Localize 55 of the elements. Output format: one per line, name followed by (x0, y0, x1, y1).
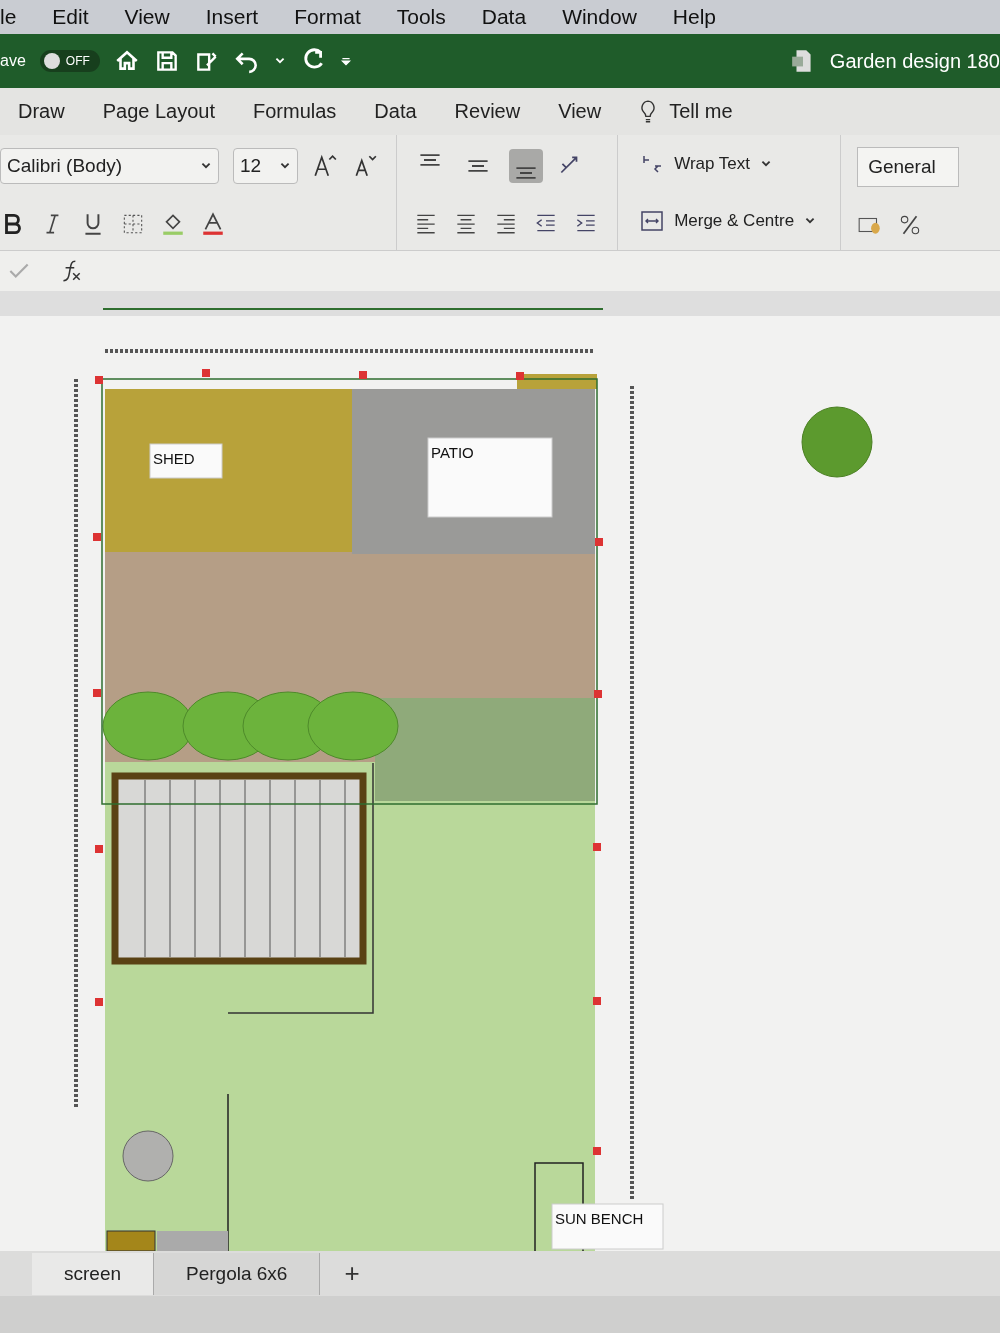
ribbon-tab[interactable]: Page Layout (102, 100, 215, 123)
window-title: Garden design 180 (829, 49, 1000, 73)
number-format-dropdown[interactable]: General (857, 147, 960, 188)
text-label: SUN BENCH (551, 1203, 664, 1250)
ribbon-tab[interactable]: Draw (18, 100, 65, 123)
resize-handle[interactable] (95, 845, 103, 853)
autosave-label: ave (0, 52, 26, 70)
resize-handle[interactable] (93, 533, 101, 541)
resize-handle[interactable] (202, 369, 210, 377)
align-icon (515, 166, 538, 179)
font-size-dropdown[interactable]: 12 (233, 148, 299, 185)
selection-border[interactable] (101, 378, 598, 805)
menu-item[interactable]: View (124, 5, 170, 29)
align-icon (419, 153, 442, 166)
wrap-text-button[interactable]: Wrap Text (634, 150, 779, 177)
menu-item[interactable]: Window (562, 5, 637, 29)
resize-handle[interactable] (95, 998, 103, 1006)
resize-handle[interactable] (95, 376, 103, 384)
menu-item[interactable]: Data (481, 5, 527, 29)
autosave-toggle[interactable]: OFF (39, 50, 100, 72)
menu-item[interactable]: Help (672, 5, 717, 29)
sheet-tab[interactable]: Pergola 6x6 (154, 1252, 321, 1295)
ribbon-tab[interactable]: View (558, 100, 602, 123)
resize-handle[interactable] (593, 997, 601, 1005)
text-label: PATIO (427, 437, 553, 518)
vertical-align-button[interactable] (509, 148, 544, 183)
round-feature (122, 1130, 174, 1182)
ribbon-tab[interactable]: Review (454, 100, 521, 123)
resize-handle[interactable] (516, 372, 524, 380)
shrub (801, 406, 873, 478)
add-sheet-button[interactable]: + (320, 1258, 384, 1289)
merge-centre-button[interactable]: Merge & Centre (634, 208, 823, 235)
resize-handle[interactable] (594, 690, 602, 698)
paving-slab (157, 1231, 228, 1251)
menu-item[interactable]: Format (294, 5, 361, 29)
ribbon-tab[interactable]: Data (374, 100, 417, 123)
lightbulb-icon (639, 98, 658, 125)
menu-item[interactable]: le (0, 5, 17, 29)
text-label: SHED (149, 443, 223, 479)
menu-item[interactable]: Insert (205, 5, 259, 29)
sheet-tab[interactable]: screen (32, 1252, 155, 1295)
tell-me-search[interactable]: Tell me (669, 100, 733, 123)
customize-icon[interactable] (339, 55, 352, 67)
ribbon-tab[interactable]: Formulas (253, 100, 337, 123)
merge-icon (640, 209, 665, 234)
align-icon (467, 159, 490, 172)
resize-handle[interactable] (93, 689, 101, 697)
resize-handle[interactable] (595, 538, 603, 546)
resize-handle[interactable] (593, 1147, 601, 1155)
resize-handle[interactable] (359, 371, 367, 379)
menu-item[interactable]: Edit (52, 5, 89, 29)
font-family-dropdown[interactable]: Calibri (Body) (0, 148, 219, 185)
font-color-icon[interactable] (200, 210, 226, 237)
resize-handle[interactable] (593, 843, 601, 851)
menu-item[interactable]: Tools (396, 5, 446, 29)
